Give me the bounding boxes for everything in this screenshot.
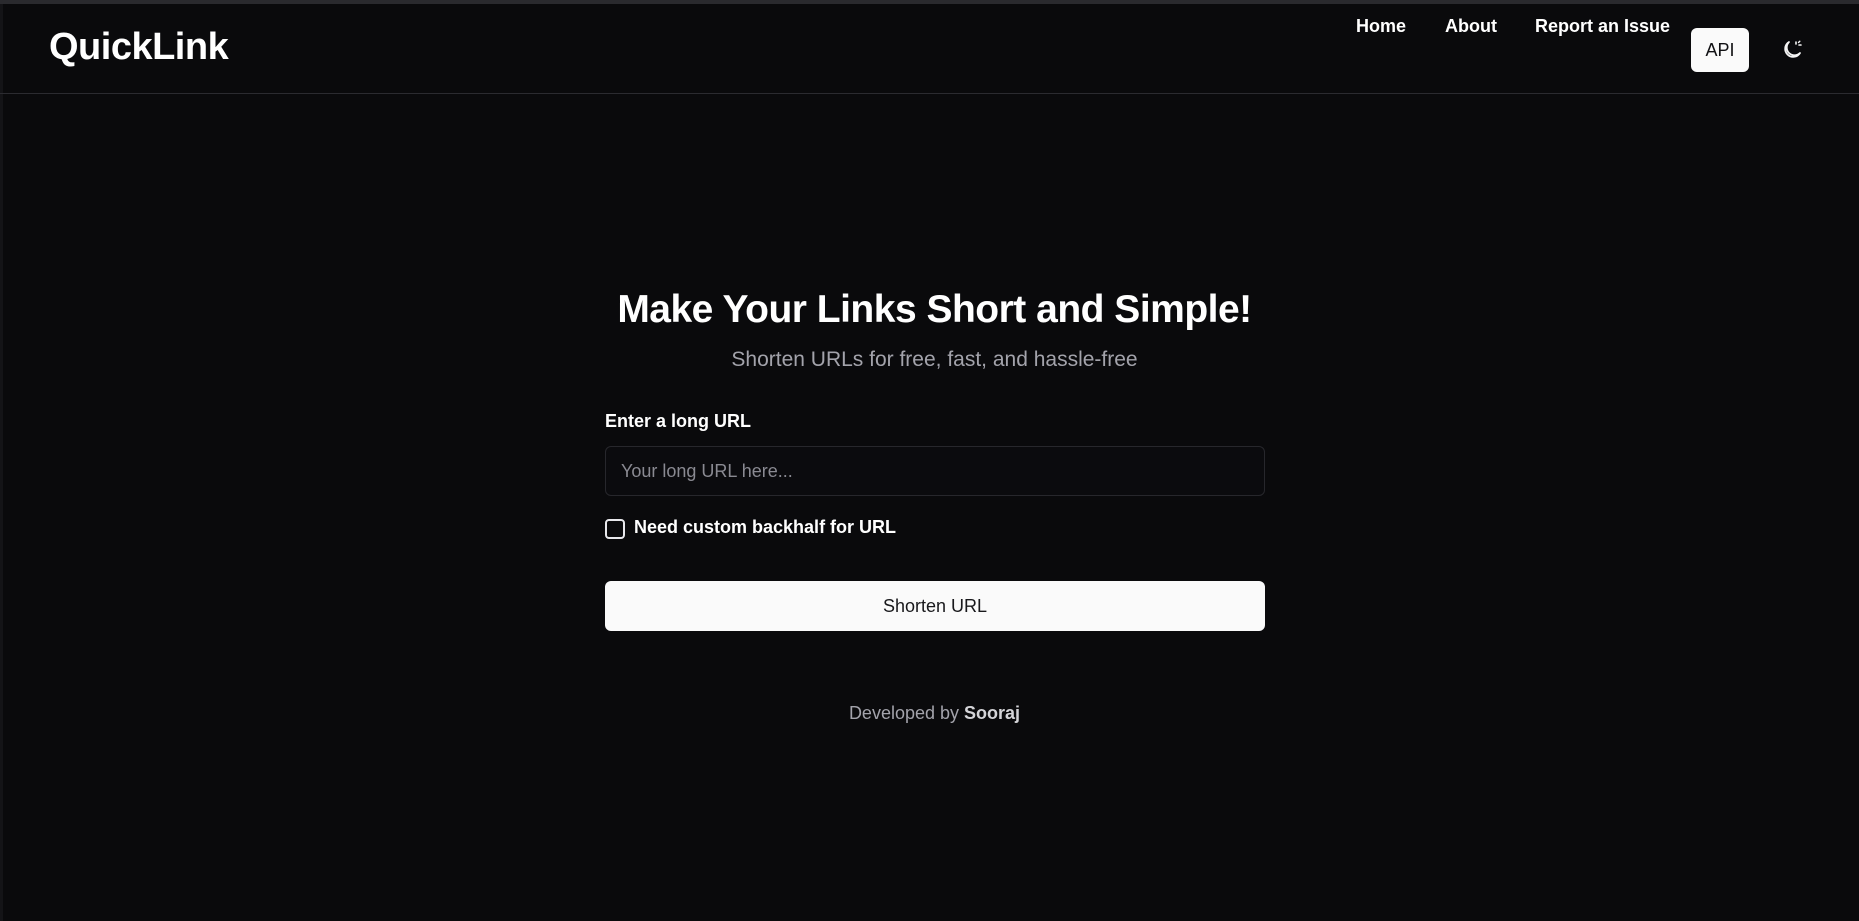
nav-api-button[interactable]: API [1691, 28, 1749, 72]
long-url-input[interactable] [605, 446, 1265, 496]
custom-backhalf-checkbox[interactable] [605, 519, 625, 539]
site-header: QuickLink Home About Report an Issue API [0, 4, 1859, 94]
nav-report-issue-link[interactable]: Report an Issue [1535, 4, 1670, 48]
developer-name[interactable]: Sooraj [964, 703, 1020, 723]
page-subtitle: Shorten URLs for free, fast, and hassle-… [731, 348, 1138, 371]
theme-toggle-icon[interactable] [1780, 38, 1804, 62]
custom-backhalf-label[interactable]: Need custom backhalf for URL [634, 517, 896, 538]
developer-credit: Developed by Sooraj [0, 703, 1859, 724]
url-field-label: Enter a long URL [605, 411, 752, 431]
nav-about-link[interactable]: About [1445, 4, 1497, 48]
left-border [0, 4, 3, 921]
site-logo[interactable]: QuickLink [49, 26, 229, 69]
nav-home-link[interactable]: Home [1356, 4, 1406, 48]
credit-prefix: Developed by [848, 703, 960, 723]
shorten-url-button[interactable]: Shorten URL [605, 581, 1265, 631]
page-title: Make Your Links Short and Simple! [617, 288, 1252, 331]
